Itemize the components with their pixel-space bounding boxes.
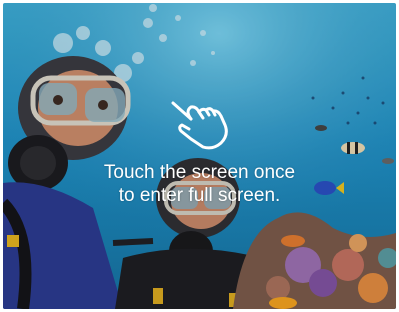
video-player[interactable]: Touch the screen once to enter full scre… [3,3,396,309]
hint-line-2: to enter full screen. [118,185,281,206]
hint-line-1: Touch the screen once [103,162,296,183]
fullscreen-hint: Touch the screen once to enter full scre… [43,161,356,207]
screen-overlay[interactable] [3,3,396,309]
tap-hand-icon [171,101,228,150]
